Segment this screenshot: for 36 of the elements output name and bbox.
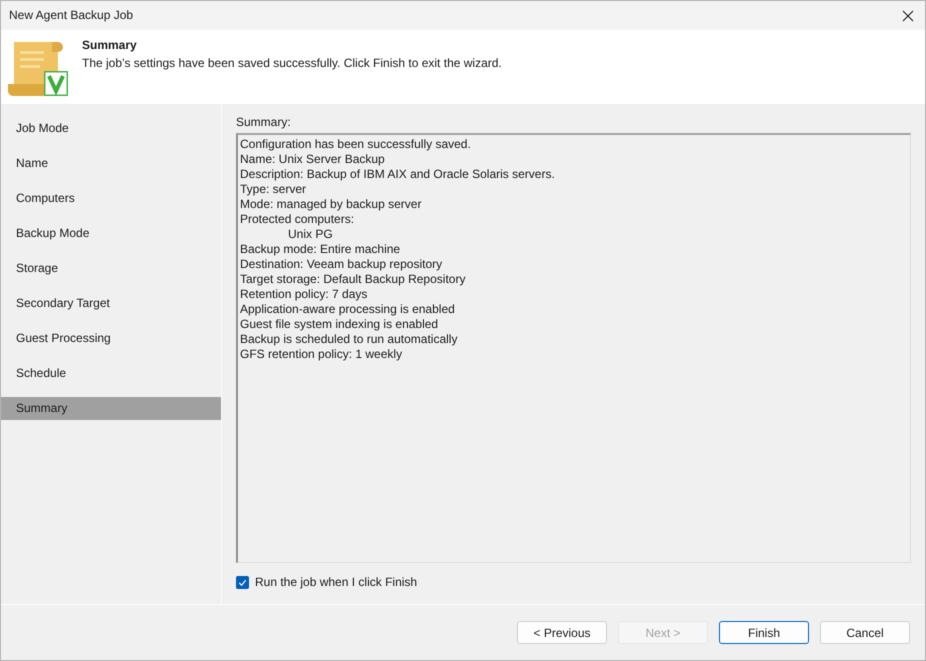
summary-line: Destination: Veeam backup repository bbox=[240, 257, 444, 272]
summary-line: Mode: managed by backup server bbox=[240, 197, 422, 212]
window-title: New Agent Backup Job bbox=[9, 8, 134, 23]
wizard-step[interactable]: Name bbox=[1, 152, 221, 175]
summary-text-field[interactable] bbox=[236, 133, 911, 563]
wizard-step[interactable]: Guest Processing bbox=[1, 327, 221, 350]
wizard-step[interactable]: Schedule bbox=[1, 362, 221, 385]
wizard-step[interactable]: Computers bbox=[1, 187, 221, 210]
summary-line: Type: server bbox=[240, 182, 308, 197]
summary-line: Application-aware processing is enabled bbox=[240, 302, 456, 317]
summary-line: Description: Backup of IBM AIX and Oracle Solaris servers. bbox=[240, 167, 556, 182]
wizard-button[interactable]: Finish bbox=[719, 621, 809, 644]
summary-label: Summary: bbox=[236, 115, 292, 130]
summary-line: Configuration has been successfully saved. bbox=[240, 137, 472, 152]
header-subtitle: The job’s settings have been saved successfully. Click Finish to exit the wizard. bbox=[82, 56, 502, 71]
wizard-step[interactable]: Secondary Target bbox=[1, 292, 221, 315]
summary-line: Guest file system indexing is enabled bbox=[240, 317, 440, 332]
summary-line: Backup mode: Entire machine bbox=[240, 242, 402, 257]
summary-line: Target storage: Default Backup Repository bbox=[240, 272, 466, 287]
wizard-step[interactable]: Job Mode bbox=[1, 117, 221, 140]
summary-line: Unix PG bbox=[288, 227, 334, 242]
checkmark-icon bbox=[237, 577, 248, 588]
summary-line: Protected computers: bbox=[240, 212, 356, 227]
wizard-step[interactable]: Backup Mode bbox=[1, 222, 221, 245]
summary-line: GFS retention policy: 1 weekly bbox=[240, 347, 404, 362]
summary-line: Retention policy: 7 days bbox=[240, 287, 368, 302]
run-job-checkbox[interactable] bbox=[236, 576, 249, 589]
wizard-step[interactable]: Summary bbox=[1, 397, 221, 420]
close-icon bbox=[902, 10, 914, 22]
header-title: Summary bbox=[82, 38, 138, 53]
summary-line: Name: Unix Server Backup bbox=[240, 152, 386, 167]
wizard-button[interactable]: Cancel bbox=[820, 621, 910, 644]
wizard-button[interactable]: < Previous bbox=[517, 621, 607, 644]
summary-line: Backup is scheduled to run automatically bbox=[240, 332, 458, 347]
wizard-step[interactable]: Storage bbox=[1, 257, 221, 280]
run-job-label: Run the job when I click Finish bbox=[255, 575, 418, 590]
